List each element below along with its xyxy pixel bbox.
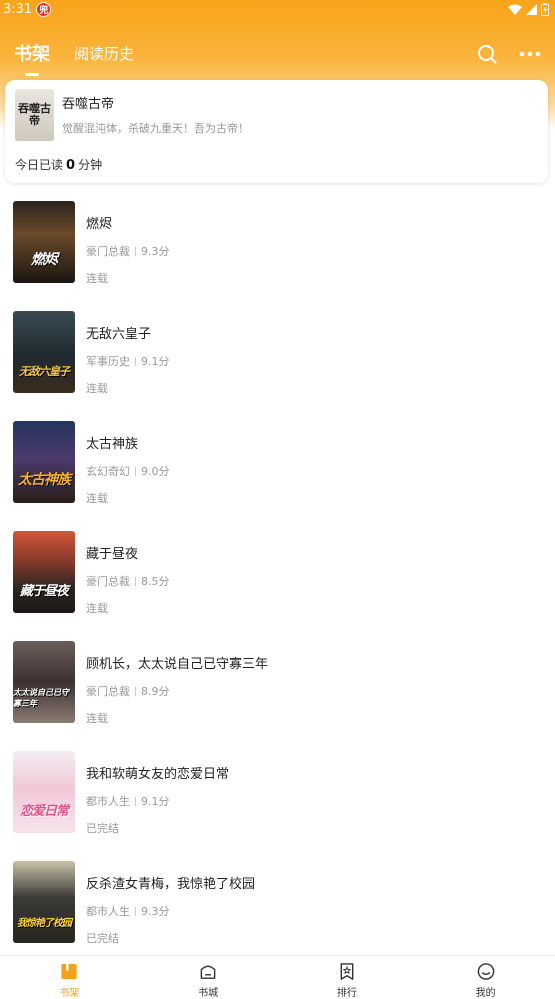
book-category: 都市人生	[86, 795, 130, 808]
bottom-navigation: 书架 书城 排行 我的	[0, 955, 555, 999]
nav-bookstore[interactable]: 书城	[139, 956, 278, 999]
today-label: 今日已读	[15, 158, 64, 172]
book-status: 已完结	[86, 822, 119, 835]
continue-reading-card[interactable]: 吞噬古帝 吞噬古帝 觉醒混沌体，杀破九重天！吾为古帝！ 今日已读 0 分钟	[5, 80, 548, 183]
book-title: 反杀渣女青梅，我惊艳了校园	[86, 877, 256, 892]
meta-divider	[135, 906, 136, 916]
book-title: 藏于昼夜	[86, 547, 139, 562]
reading-book-description: 觉醒混沌体，杀破九重天！吾为古帝！	[62, 122, 249, 135]
book-category: 豪门总裁	[86, 685, 130, 698]
book-score: 9.3分	[141, 245, 170, 258]
book-item[interactable]: 太太说自己已守寡三年 顾机长，太太说自己已守寡三年 豪门总裁 8.9分 连载	[0, 641, 555, 751]
book-status: 连载	[86, 602, 108, 615]
book-score: 9.1分	[141, 795, 170, 808]
ranking-icon	[340, 963, 354, 980]
today-reading-time: 今日已读 0 分钟	[15, 156, 538, 173]
meta-divider	[135, 576, 136, 586]
book-title: 我和软萌女友的恋爱日常	[86, 767, 230, 782]
book-cover[interactable]: 藏于昼夜	[13, 531, 75, 613]
nav-ranking[interactable]: 排行	[278, 956, 417, 999]
book-status: 连载	[86, 712, 108, 725]
more-icon[interactable]	[519, 51, 541, 57]
book-score: 8.5分	[141, 575, 170, 588]
wifi-icon	[508, 4, 522, 15]
tab-bookshelf-label: 书架	[14, 44, 50, 65]
book-status: 连载	[86, 272, 108, 285]
book-category: 豪门总裁	[86, 245, 130, 258]
battery-icon	[541, 2, 549, 16]
today-minutes-value: 0	[66, 158, 76, 173]
book-score: 9.3分	[141, 905, 170, 918]
book-category: 军事历史	[86, 355, 130, 368]
book-cover[interactable]: 太古神族	[13, 421, 75, 503]
book-title: 燃烬	[86, 217, 113, 232]
book-cover[interactable]: 恋爱日常	[13, 751, 75, 833]
book-cover[interactable]: 太太说自己已守寡三年	[13, 641, 75, 723]
book-score: 9.0分	[141, 465, 170, 478]
search-icon[interactable]	[477, 44, 497, 64]
tab-reading-history[interactable]: 阅读历史	[74, 43, 134, 70]
nav-bookshelf-label: 书架	[59, 988, 80, 999]
today-unit: 分钟	[78, 158, 103, 172]
book-cover[interactable]: 无敌六皇子	[13, 311, 75, 393]
book-category: 都市人生	[86, 905, 130, 918]
book-item[interactable]: 藏于昼夜 藏于昼夜 豪门总裁 8.5分 连载	[0, 531, 555, 641]
meta-divider	[135, 356, 136, 366]
bookstore-icon	[200, 965, 216, 979]
meta-divider	[135, 466, 136, 476]
status-time: 3:31	[3, 1, 33, 17]
book-item[interactable]: 恋爱日常 我和软萌女友的恋爱日常 都市人生 9.1分 已完结	[0, 751, 555, 861]
profile-icon	[477, 963, 494, 980]
book-score: 8.9分	[141, 685, 170, 698]
nav-bookshelf[interactable]: 书架	[0, 956, 139, 999]
signal-icon	[526, 3, 537, 15]
nav-profile[interactable]: 我的	[416, 956, 555, 999]
tab-bookshelf[interactable]: 书架	[14, 40, 50, 76]
meta-divider	[135, 246, 136, 256]
reading-book-cover[interactable]: 吞噬古帝	[15, 89, 54, 141]
book-cover[interactable]: 我惊艳了校园	[13, 861, 75, 943]
book-item[interactable]: 太古神族 太古神族 玄幻奇幻 9.0分 连载	[0, 421, 555, 531]
status-bar: 3:31 兜	[0, 0, 555, 18]
book-status: 已完结	[86, 932, 119, 945]
book-status: 连载	[86, 492, 108, 505]
nav-ranking-label: 排行	[336, 988, 357, 999]
reading-book-title: 吞噬古帝	[62, 97, 115, 112]
book-category: 豪门总裁	[86, 575, 130, 588]
book-title: 太古神族	[86, 437, 139, 452]
book-cover[interactable]: 燃烬	[13, 201, 75, 283]
top-navigation: 书架 阅读历史	[0, 36, 555, 76]
meta-divider	[135, 686, 136, 696]
book-item[interactable]: 燃烬 燃烬 豪门总裁 9.3分 连载	[0, 201, 555, 311]
book-title: 顾机长，太太说自己已守寡三年	[86, 657, 269, 672]
book-score: 9.1分	[141, 355, 170, 368]
book-title: 无敌六皇子	[86, 327, 152, 342]
meta-divider	[135, 796, 136, 806]
nav-profile-label: 我的	[475, 988, 496, 999]
tab-active-indicator	[25, 73, 39, 76]
book-category: 玄幻奇幻	[86, 465, 130, 478]
notification-app-icon: 兜	[36, 1, 52, 17]
bookshelf-list: 燃烬 燃烬 豪门总裁 9.3分 连载 无敌六皇子 无敌六皇子 军事历史 9.1分 连…	[0, 201, 555, 971]
bookshelf-icon	[61, 963, 77, 980]
book-status: 连载	[86, 382, 108, 395]
nav-bookstore-label: 书城	[198, 988, 219, 999]
book-item[interactable]: 无敌六皇子 无敌六皇子 军事历史 9.1分 连载	[0, 311, 555, 421]
